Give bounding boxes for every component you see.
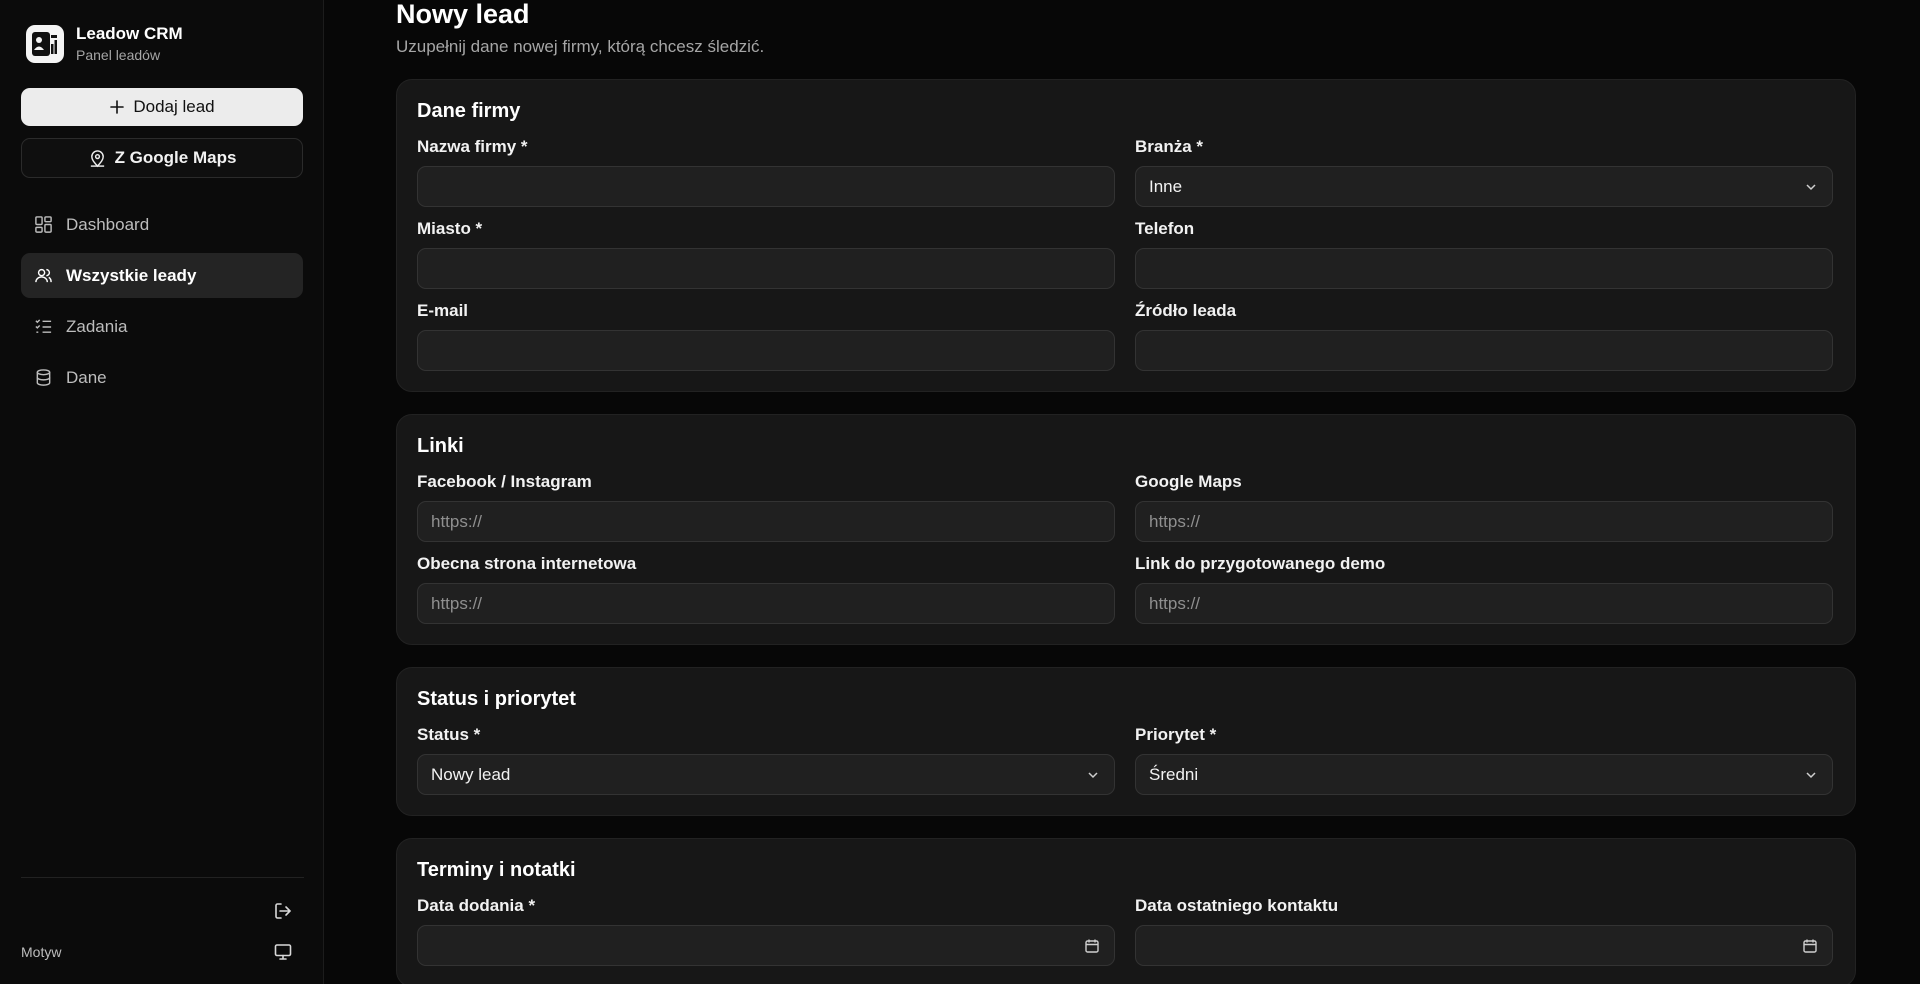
- plus-icon: [110, 100, 125, 114]
- priority-select[interactable]: Średni: [1135, 754, 1833, 795]
- last-contact-field: Data ostatniego kontaktu: [1135, 896, 1833, 966]
- chevron-down-icon: [1806, 771, 1816, 778]
- select-value: Nowy lead: [431, 764, 511, 784]
- field-label: Obecna strona internetowa: [417, 554, 637, 573]
- chevron-down-icon: [1806, 183, 1816, 190]
- status-field: Status * Nowy lead: [417, 725, 1115, 795]
- google-maps-field: Google Maps: [1135, 472, 1833, 542]
- lead-source-field: Źródło leada: [1135, 301, 1833, 371]
- sidebar-item-tasks[interactable]: Zadania: [21, 304, 303, 349]
- facebook-field: Facebook / Instagram: [417, 472, 1115, 542]
- email-input[interactable]: [417, 330, 1115, 371]
- phone-field: Telefon: [1135, 219, 1833, 289]
- field-label: Link do przygotowanego demo: [1135, 554, 1386, 573]
- users-icon: [35, 268, 52, 283]
- industry-field: Branża * Inne: [1135, 137, 1833, 207]
- field-label: Telefon: [1135, 219, 1195, 238]
- website-input[interactable]: [417, 583, 1115, 624]
- lead-source-input[interactable]: [1135, 330, 1833, 371]
- dates-section: Terminy i notatki Data dodania * Data os…: [396, 838, 1856, 984]
- sidebar: Leadow CRM Panel leadów Dodaj lead Z Goo…: [0, 0, 324, 984]
- add-lead-button[interactable]: Dodaj lead: [21, 88, 303, 126]
- field-label: Data ostatniego kontaktu: [1135, 896, 1339, 915]
- calendar-icon: [1803, 939, 1817, 953]
- sidebar-nav: Dashboard Wszystkie leady Zadania Dane: [21, 202, 303, 400]
- section-title: Status i priorytet: [417, 688, 576, 710]
- status-select[interactable]: Nowy lead: [417, 754, 1115, 795]
- section-title: Terminy i notatki: [417, 859, 576, 881]
- theme-row: Motyw: [21, 930, 303, 984]
- field-label: Google Maps: [1135, 472, 1242, 491]
- field-label: Facebook / Instagram: [417, 472, 592, 491]
- select-value: Średni: [1149, 764, 1199, 784]
- brand-title: Leadow CRM: [76, 24, 183, 43]
- field-label: Data dodania *: [417, 896, 536, 915]
- field-label: Źródło leada: [1135, 301, 1237, 320]
- google-maps-import-button[interactable]: Z Google Maps: [21, 138, 303, 178]
- add-lead-label: Dodaj lead: [133, 97, 215, 116]
- sidebar-item-dashboard[interactable]: Dashboard: [21, 202, 303, 247]
- demo-link-field: Link do przygotowanego demo: [1135, 554, 1833, 624]
- tasks-icon: [35, 319, 52, 333]
- brand-logo-icon: [26, 25, 64, 63]
- email-field: E-mail: [417, 301, 1115, 371]
- theme-label: Motyw: [21, 944, 62, 960]
- section-title: Dane firmy: [417, 100, 521, 122]
- page-subtitle: Uzupełnij dane nowej firmy, którą chcesz…: [396, 37, 765, 56]
- sidebar-item-label: Zadania: [66, 316, 128, 336]
- sidebar-item-data[interactable]: Dane: [21, 355, 303, 400]
- field-label: Priorytet *: [1135, 725, 1217, 744]
- app-root: Leadow CRM Panel leadów Dodaj lead Z Goo…: [0, 0, 1920, 984]
- map-pin-user-icon: [90, 149, 104, 167]
- sidebar-item-label: Wszystkie leady: [66, 265, 197, 285]
- sidebar-item-label: Dane: [66, 367, 107, 387]
- google-maps-label: Z Google Maps: [114, 148, 237, 167]
- sidebar-footer: Motyw: [21, 877, 304, 984]
- calendar-icon: [1085, 939, 1099, 953]
- demo-link-input[interactable]: [1135, 583, 1833, 624]
- phone-input[interactable]: [1135, 248, 1833, 289]
- field-label: Branża *: [1135, 137, 1204, 156]
- company-section: Dane firmy Nazwa firmy * Branża * Inne M…: [396, 79, 1856, 392]
- facebook-input[interactable]: [417, 501, 1115, 542]
- select-value: Inne: [1149, 176, 1183, 196]
- logout-icon[interactable]: [273, 901, 293, 921]
- field-label: E-mail: [417, 301, 469, 320]
- city-input[interactable]: [417, 248, 1115, 289]
- page-title: Nowy lead: [396, 0, 530, 29]
- links-section: Linki Facebook / Instagram Google Maps O…: [396, 414, 1856, 645]
- last-contact-input[interactable]: [1135, 925, 1833, 966]
- sidebar-item-all-leads[interactable]: Wszystkie leady: [21, 253, 303, 298]
- monitor-icon[interactable]: [273, 942, 293, 962]
- industry-select[interactable]: Inne: [1135, 166, 1833, 207]
- field-label: Status *: [417, 725, 481, 744]
- field-label: Nazwa firmy *: [417, 137, 528, 156]
- sidebar-item-label: Dashboard: [66, 214, 150, 234]
- date-added-field: Data dodania *: [417, 896, 1115, 966]
- brand[interactable]: Leadow CRM Panel leadów: [26, 24, 303, 64]
- main-content: Nowy lead Uzupełnij dane nowej firmy, kt…: [324, 0, 1920, 984]
- website-field: Obecna strona internetowa: [417, 554, 1115, 624]
- chevron-down-icon: [1088, 771, 1098, 778]
- priority-field: Priorytet * Średni: [1135, 725, 1833, 795]
- google-maps-input[interactable]: [1135, 501, 1833, 542]
- date-added-input[interactable]: [417, 925, 1115, 966]
- status-section: Status i priorytet Status * Nowy lead Pr…: [396, 667, 1856, 816]
- database-icon: [36, 369, 51, 386]
- company-name-field: Nazwa firmy *: [417, 137, 1115, 207]
- section-title: Linki: [417, 435, 464, 457]
- field-label: Miasto *: [417, 219, 483, 238]
- city-field: Miasto *: [417, 219, 1115, 289]
- dashboard-icon: [35, 216, 52, 233]
- brand-subtitle: Panel leadów: [76, 47, 161, 63]
- company-name-input[interactable]: [417, 166, 1115, 207]
